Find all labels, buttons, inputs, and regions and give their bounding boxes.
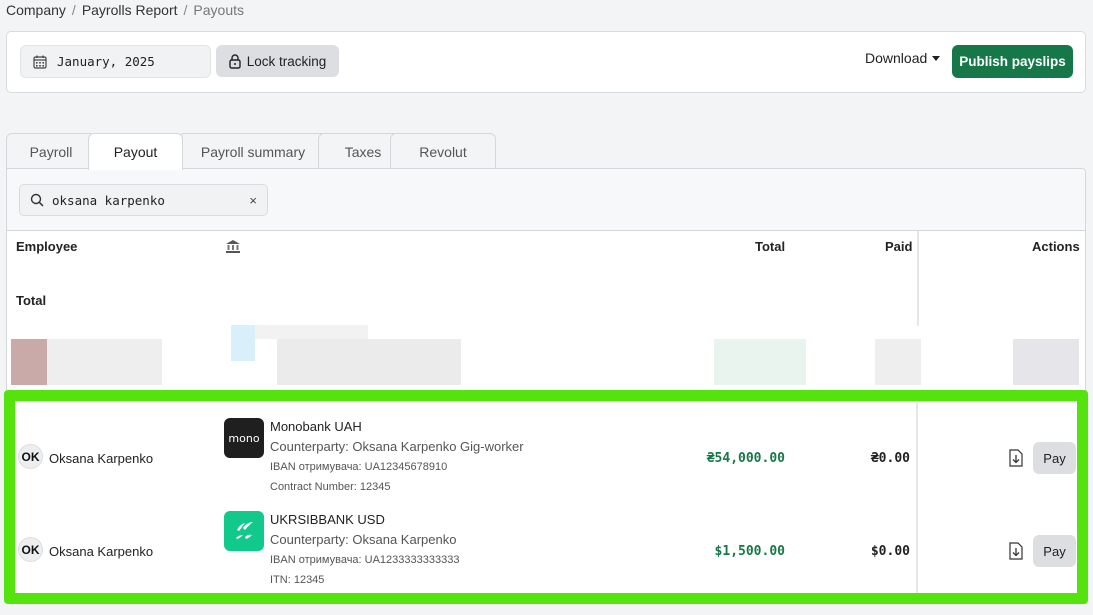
tab-payroll-summary[interactable]: Payroll summary	[178, 133, 328, 169]
column-header-actions: Actions	[1032, 239, 1080, 254]
column-header-employee[interactable]: Employee	[16, 239, 77, 254]
column-header-total[interactable]: Total	[755, 239, 785, 254]
column-divider	[917, 231, 919, 326]
bank-icon	[226, 240, 240, 253]
counterparty: Counterparty: Oksana Karpenko	[270, 532, 457, 547]
total-amount: $1,500.00	[714, 544, 785, 559]
monobank-logo: mono	[224, 418, 264, 458]
breadcrumb-company[interactable]: Company	[6, 2, 66, 18]
contract-number: Contract Number: 12345	[270, 481, 391, 493]
pay-button[interactable]: Pay	[1033, 535, 1076, 567]
highlighted-payout-rows: OK Oksana Karpenko mono Monobank UAH Cou…	[4, 390, 1088, 604]
tab-payroll[interactable]: Payroll	[6, 133, 96, 169]
breadcrumb-separator: /	[183, 2, 188, 18]
lock-icon	[229, 53, 241, 69]
caret-down-icon	[932, 55, 941, 61]
total-row-label: Total	[16, 293, 47, 308]
column-header-paid[interactable]: Paid	[885, 239, 912, 254]
publish-payslips-button[interactable]: Publish payslips	[952, 45, 1073, 78]
search-value: oksana karpenko	[52, 192, 165, 208]
iban: IBAN отримувача: UA12345678910	[270, 461, 448, 473]
avatar: OK	[18, 537, 43, 562]
employee-name[interactable]: Oksana Karpenko	[49, 544, 153, 559]
search-icon	[30, 193, 44, 207]
calendar-icon	[33, 55, 47, 69]
search-input[interactable]: oksana karpenko ×	[19, 184, 268, 216]
lock-tracking-button[interactable]: Lock tracking	[216, 45, 339, 77]
itn: ITN: 12345	[270, 574, 325, 586]
breadcrumb-separator: /	[71, 2, 76, 18]
month-picker[interactable]: January, 2025	[20, 45, 211, 78]
toolbar: January, 2025 Lock tracking Download Pub…	[6, 31, 1086, 93]
lock-tracking-label: Lock tracking	[246, 53, 327, 69]
ukrsibbank-logo	[224, 511, 264, 551]
pay-button[interactable]: Pay	[1033, 442, 1076, 474]
filter-area: oksana karpenko ×	[7, 169, 1085, 231]
breadcrumb-payouts: Payouts	[193, 2, 244, 18]
bank-name: UKRSIBBANK USD	[270, 512, 385, 527]
bird-icon	[236, 522, 253, 539]
download-file-icon[interactable]	[1008, 449, 1024, 467]
bank-name: Monobank UAH	[270, 419, 362, 434]
tab-revolut[interactable]: Revolut	[390, 133, 496, 169]
employee-name[interactable]: Oksana Karpenko	[49, 451, 153, 466]
counterparty: Counterparty: Oksana Karpenko Gig-worker	[270, 439, 524, 454]
download-label: Download	[865, 50, 928, 66]
breadcrumb-payrolls-report[interactable]: Payrolls Report	[82, 2, 178, 18]
table-row[interactable]: OK Oksana Karpenko mono Monobank UAH Cou…	[15, 403, 1077, 495]
paid-amount: $0.00	[870, 544, 910, 559]
iban: IBAN отримувача: UA1233333333333	[270, 554, 460, 566]
tab-payout[interactable]: Payout	[88, 133, 183, 170]
total-amount: ₴54,000.00	[706, 451, 785, 466]
paid-amount: ₴0.00	[870, 451, 910, 466]
download-file-icon[interactable]	[1008, 542, 1024, 560]
breadcrumb: Company / Payrolls Report / Payouts	[6, 2, 244, 18]
table-row[interactable]: OK Oksana Karpenko UKRSIBBANK USD Counte…	[15, 497, 1077, 589]
month-value: January, 2025	[57, 54, 155, 69]
clear-search-icon[interactable]: ×	[249, 193, 257, 208]
avatar: OK	[18, 444, 43, 469]
download-dropdown[interactable]: Download	[865, 50, 941, 66]
